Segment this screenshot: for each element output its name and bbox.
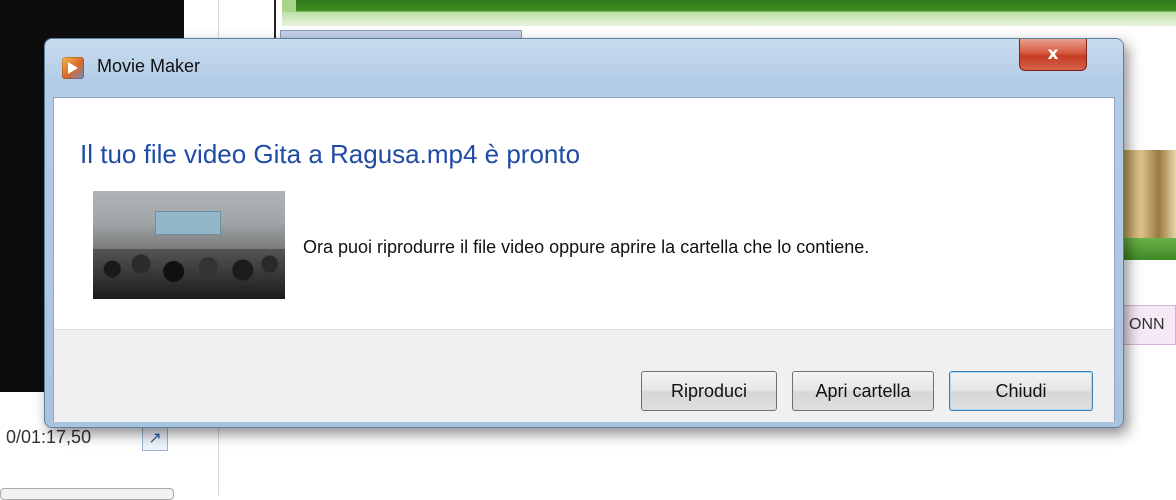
expand-arrow-icon[interactable]: ↗ <box>142 425 168 451</box>
timeline-clip-label[interactable]: ONN <box>1118 305 1176 345</box>
main-instruction: Il tuo file video Gita a Ragusa.mp4 è pr… <box>80 139 581 169</box>
close-button[interactable]: Chiudi <box>949 371 1093 411</box>
preview-control-button[interactable] <box>0 488 174 500</box>
thumbnail-crowd-detail <box>93 249 285 299</box>
dialog-content: Il tuo file video Gita a Ragusa.mp4 è pr… <box>53 97 1115 422</box>
movie-maker-icon <box>62 57 84 79</box>
timeline-audio-track[interactable] <box>282 0 1176 26</box>
play-button[interactable]: Riproduci <box>641 371 777 411</box>
dialog-message: Ora puoi riprodurre il file video oppure… <box>303 237 870 257</box>
export-complete-dialog: Movie Maker x Il tuo file video Gita a R… <box>44 38 1124 428</box>
open-folder-button[interactable]: Apri cartella <box>792 371 934 411</box>
close-icon[interactable]: x <box>1019 39 1087 71</box>
playback-time-readout: 0/01:17,50 <box>6 427 92 447</box>
dialog-button-bar: Riproduci Apri cartella Chiudi <box>54 329 1114 422</box>
thumbnail-sign-detail <box>155 211 221 235</box>
video-thumbnail <box>93 191 285 299</box>
close-glyph: x <box>1047 44 1059 64</box>
dialog-title: Movie Maker <box>97 56 201 76</box>
dialog-titlebar[interactable]: Movie Maker x <box>45 39 1123 97</box>
timeline-clip-thumbnail[interactable] <box>1118 150 1176 260</box>
